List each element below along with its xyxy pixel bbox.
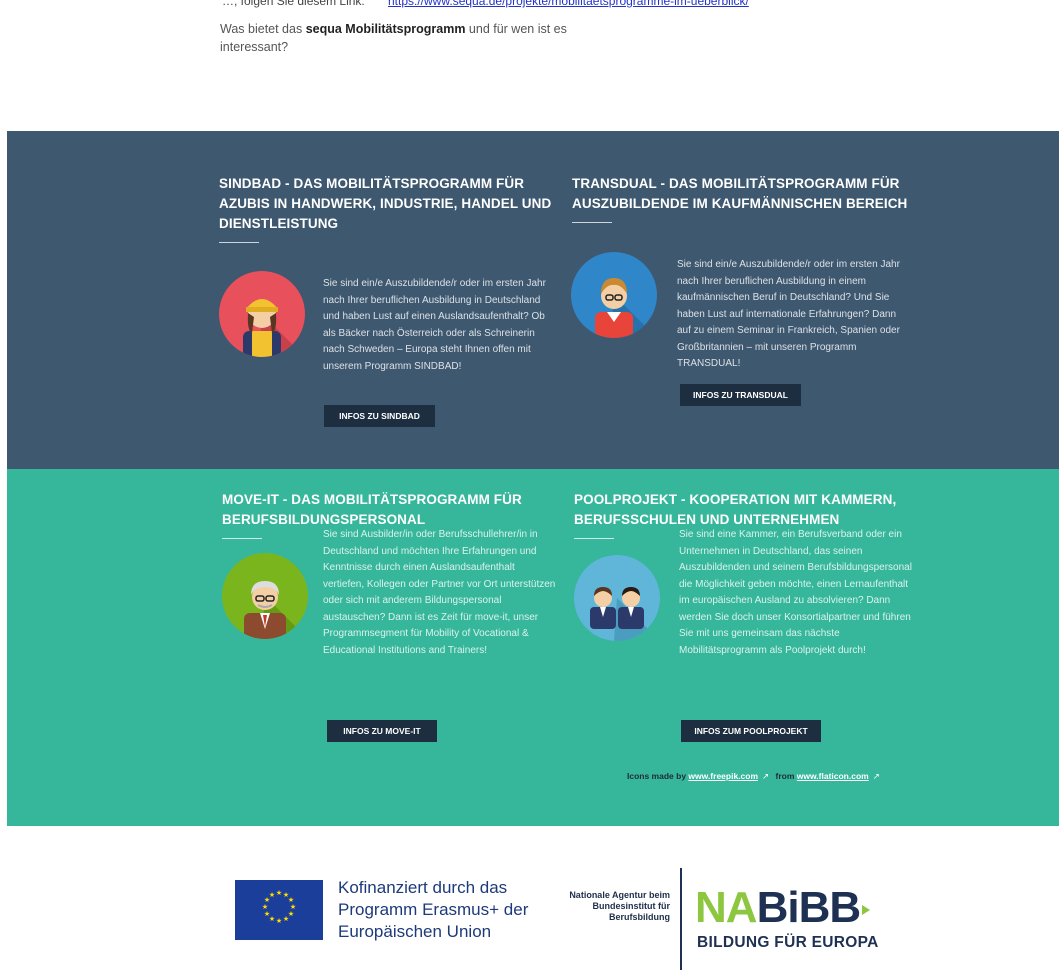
sequa-programs-link[interactable]: https://www.sequa.de/projekte/mobilitaet… bbox=[388, 0, 1021, 8]
card-text: Sie sind eine Kammer, ein Berufsverband … bbox=[679, 529, 912, 656]
eu-flag-icon: ★ ★ ★ ★ ★ ★ ★ ★ ★ ★ ★ ★ bbox=[235, 880, 323, 940]
svg-text:★: ★ bbox=[264, 910, 270, 918]
card-moveit-body: Sie sind Ausbilder/in oder Berufsschulle… bbox=[222, 490, 562, 770]
intro-bold: sequa Mobilitätsprogramm bbox=[305, 22, 466, 36]
external-link-icon: ↗ bbox=[872, 771, 880, 781]
logo-bibb: BiBB bbox=[756, 883, 862, 932]
infos-moveit-button[interactable]: INFOS ZU MOVE-IT bbox=[327, 720, 437, 742]
svg-text:★: ★ bbox=[276, 889, 282, 897]
card-transdual-body: Sie sind ein/e Auszubildende/r oder im e… bbox=[572, 174, 912, 454]
infos-sindbad-button[interactable]: INFOS ZU SINDBAD bbox=[324, 405, 435, 427]
credit-middle: from bbox=[773, 771, 797, 781]
top-link-row: …, folgen Sie diesem Link: https://www.s… bbox=[0, 0, 1059, 8]
card-poolprojekt-body: Sie sind eine Kammer, ein Berufsverband … bbox=[574, 490, 914, 770]
card-text: Sie sind ein/e Auszubildende/r oder im e… bbox=[677, 259, 900, 369]
intro-before: Was bietet das bbox=[220, 22, 306, 36]
logo-na: NA bbox=[695, 883, 758, 932]
card-text: Sie sind ein/e Auszubildende/r oder im e… bbox=[323, 278, 546, 372]
infos-transdual-button[interactable]: INFOS ZU TRANSDUAL bbox=[680, 384, 801, 406]
icon-credit: Icons made by www.freepik.com ↗ from www.… bbox=[627, 771, 884, 782]
national-agency-text: Nationale Agentur beim Bundesinstitut fü… bbox=[569, 890, 670, 922]
svg-text:★: ★ bbox=[283, 915, 289, 923]
freepik-link[interactable]: www.freepik.com bbox=[688, 771, 758, 781]
nabibb-logo: NABiBB bbox=[695, 883, 871, 932]
credit-prefix: Icons made by bbox=[627, 771, 689, 781]
logo-subtitle: BILDUNG FÜR EUROPA bbox=[697, 934, 879, 951]
footer-divider bbox=[680, 868, 682, 970]
card-sindbad-body: Sie sind ein/e Auszubildende/r oder im e… bbox=[219, 174, 559, 454]
infos-poolprojekt-button[interactable]: INFOS ZUM POOLPROJEKT bbox=[681, 720, 821, 742]
intro-text: Was bietet das sequa Mobilitätsprogramm … bbox=[220, 20, 610, 56]
top-link-prefix: …, folgen Sie diesem Link: bbox=[222, 0, 365, 8]
svg-text:★: ★ bbox=[276, 917, 282, 925]
flaticon-link[interactable]: www.flaticon.com bbox=[797, 771, 869, 781]
svg-text:★: ★ bbox=[269, 891, 275, 899]
logo-arrow-icon bbox=[862, 905, 871, 916]
external-link-icon: ↗ bbox=[762, 771, 770, 781]
card-text: Sie sind Ausbilder/in oder Berufsschulle… bbox=[323, 529, 556, 656]
erasmus-cofunding-text: Kofinanziert durch das Programm Erasmus+… bbox=[338, 878, 529, 941]
svg-text:★: ★ bbox=[262, 903, 268, 911]
